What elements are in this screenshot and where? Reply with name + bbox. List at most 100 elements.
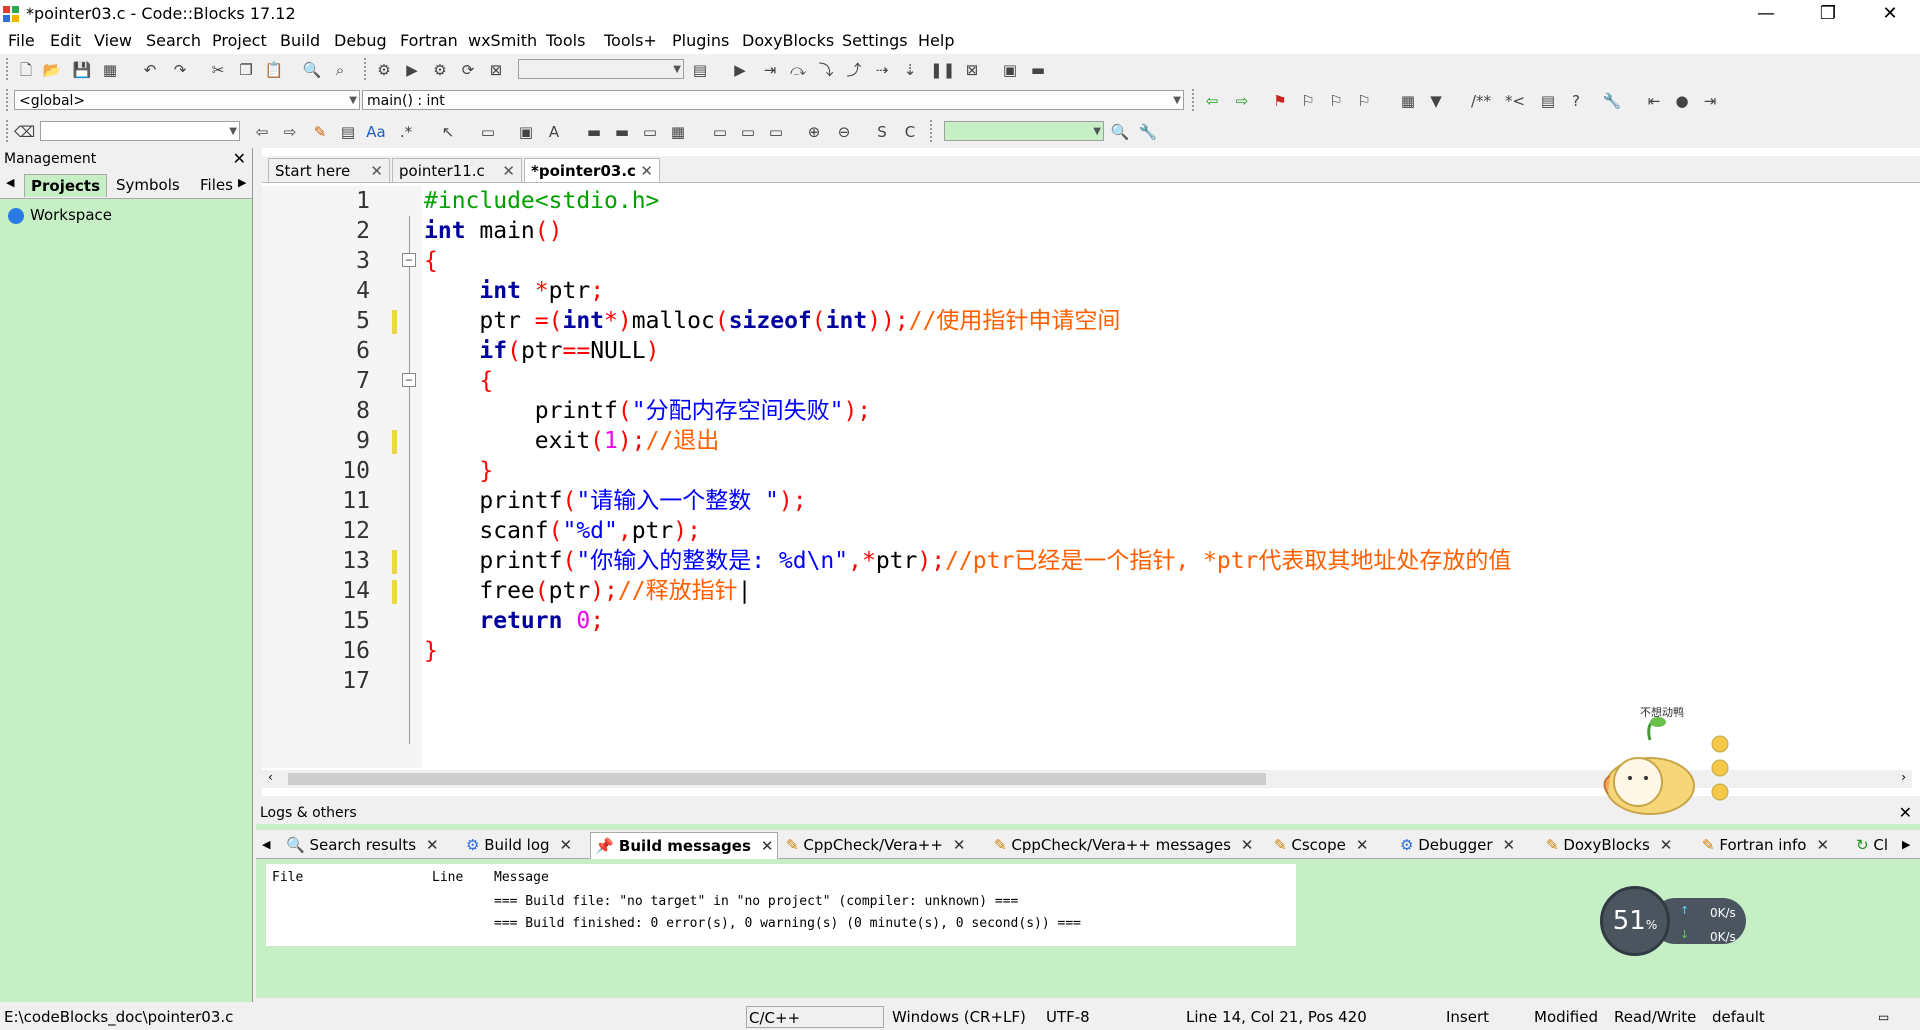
various-info-icon[interactable]: ▬ <box>1028 60 1048 80</box>
tab-start-here[interactable]: Start here ✕ <box>268 158 390 182</box>
doxy-help-icon[interactable]: ? <box>1566 91 1586 111</box>
fold-dot-icon[interactable]: ● <box>1672 91 1692 111</box>
tab-build-messages[interactable]: 📌 Build messages ✕ <box>590 832 779 859</box>
tab-cscope[interactable]: ✎ Cscope ✕ <box>1274 832 1368 858</box>
bookmark-toggle-icon[interactable]: ⚑ <box>1270 91 1290 111</box>
build-run-icon[interactable]: ⚙ <box>430 60 450 80</box>
dialog-icon[interactable]: ▭ <box>478 122 498 142</box>
scope-combo[interactable]: <global> ▼ <box>14 90 360 110</box>
tab-pointer03[interactable]: *pointer03.c ✕ <box>524 158 660 182</box>
step-out-icon[interactable]: ⤴ <box>844 60 864 80</box>
status-language[interactable]: C/C++ <box>746 1006 884 1028</box>
frame-icon-1[interactable]: ▭ <box>710 122 730 142</box>
clear-search-icon[interactable]: ⌫ <box>14 122 35 142</box>
step-instruction-icon[interactable]: ⇣ <box>900 60 920 80</box>
search-forward-icon[interactable]: ⇨ <box>280 122 300 142</box>
workspace-tree-item[interactable]: Workspace <box>8 206 112 224</box>
menu-plugins[interactable]: Plugins <box>672 31 729 50</box>
bookmark-next-icon[interactable]: ⚐ <box>1326 91 1346 111</box>
close-logs-icon[interactable]: ✕ <box>1899 802 1912 824</box>
close-button[interactable]: ✕ <box>1860 0 1920 28</box>
unfold-all-icon[interactable]: ⇥ <box>1700 91 1720 111</box>
function-combo[interactable]: main() : int ▼ <box>362 90 1184 110</box>
fold-toggle-icon[interactable]: − <box>402 373 416 387</box>
wrench-icon[interactable]: 🔧 <box>1602 91 1622 111</box>
menu-wxsmith[interactable]: wxSmith <box>468 31 537 50</box>
column-message[interactable]: Message <box>494 870 549 885</box>
minimize-button[interactable]: — <box>1736 0 1796 28</box>
menu-search[interactable]: Search <box>146 31 201 50</box>
comment-icon[interactable]: /** <box>1466 91 1496 111</box>
debug-windows-icon[interactable]: ▣ <box>1000 60 1020 80</box>
match-case-icon[interactable]: Aa <box>366 122 386 142</box>
next-instruction-icon[interactable]: ⇢ <box>872 60 892 80</box>
tab-projects[interactable]: Projects <box>24 174 108 197</box>
text-icon[interactable]: A <box>544 122 564 142</box>
tab-fortran-info[interactable]: ✎ Fortran info ✕ <box>1702 832 1829 858</box>
tab-doxyblocks[interactable]: ✎ DoxyBlocks ✕ <box>1546 832 1672 858</box>
panel-icon-2[interactable]: ▬ <box>612 122 632 142</box>
settings-wrench-icon[interactable]: 🔧 <box>1138 122 1158 142</box>
menu-settings[interactable]: Settings <box>842 31 908 50</box>
build-target-combo[interactable]: ▼ <box>518 59 684 79</box>
network-speed-widget[interactable]: 51% 0K/s 0K/s ↑ ↓ <box>1600 886 1748 958</box>
menu-file[interactable]: File <box>8 31 35 50</box>
toolbar-grip[interactable] <box>364 58 370 80</box>
find-icon[interactable]: 🔍 <box>302 60 322 80</box>
zoom-out-icon[interactable]: ⊖ <box>834 122 854 142</box>
tab-files[interactable]: Files <box>194 174 239 196</box>
open-file-icon[interactable]: 📂 <box>42 60 62 80</box>
toolbar-grip[interactable] <box>930 120 936 142</box>
menu-edit[interactable]: Edit <box>50 31 81 50</box>
logs-tab-scroll-right-icon[interactable]: ▶ <box>1902 832 1910 858</box>
tab-cppcheck[interactable]: ✎ CppCheck/Vera++ ✕ <box>786 832 965 858</box>
panel-icon-1[interactable]: ▬ <box>584 122 604 142</box>
replace-icon[interactable]: ⌕ <box>330 60 350 80</box>
build-gear-icon[interactable]: ⚙ <box>374 60 394 80</box>
copy-icon[interactable]: ❐ <box>236 60 256 80</box>
symbol-s-icon[interactable]: S <box>872 122 892 142</box>
toolbar-grip[interactable] <box>6 58 12 80</box>
symbol-search-icon[interactable]: 🔍 <box>1110 122 1130 142</box>
scrollbar-thumb[interactable] <box>288 773 1266 785</box>
step-into-icon[interactable]: ⤵ <box>816 60 836 80</box>
regex-icon[interactable]: .* <box>396 122 416 142</box>
fold-all-icon[interactable]: ⇤ <box>1644 91 1664 111</box>
menu-fortran[interactable]: Fortran <box>400 31 458 50</box>
menu-doxyblocks[interactable]: DoxyBlocks <box>742 31 834 50</box>
menu-debug[interactable]: Debug <box>334 31 387 50</box>
code-editor[interactable]: 1 #include<stdio.h> 2 int main() 3−{ 4 int… <box>262 186 1912 768</box>
undo-icon[interactable]: ↶ <box>140 60 160 80</box>
menu-tools[interactable]: Tools <box>546 31 585 50</box>
abort-icon[interactable]: ⊠ <box>486 60 506 80</box>
logs-tab-scroll-left-icon[interactable]: ◀ <box>262 832 270 858</box>
rebuild-icon[interactable]: ⟳ <box>458 60 478 80</box>
run-icon[interactable]: ▶ <box>402 60 422 80</box>
next-line-icon[interactable]: ⤼ <box>788 60 808 80</box>
paste-icon[interactable]: 📋 <box>264 60 284 80</box>
column-file[interactable]: File <box>272 870 303 885</box>
toolbar-grip[interactable] <box>6 120 12 142</box>
close-tab-icon[interactable]: ✕ <box>640 159 653 183</box>
menu-help[interactable]: Help <box>918 31 954 50</box>
stop-icon[interactable]: ⊠ <box>962 60 982 80</box>
debug-run-icon[interactable]: ▶ <box>730 60 750 80</box>
menu-build[interactable]: Build <box>280 31 320 50</box>
tab-search-results[interactable]: 🔍 Search results ✕ <box>286 832 439 858</box>
highlight-icon[interactable]: ▦ <box>1398 91 1418 111</box>
close-management-icon[interactable]: ✕ <box>233 148 246 170</box>
fold-toggle-icon[interactable]: − <box>402 253 416 267</box>
panel-icon-3[interactable]: ▭ <box>640 122 660 142</box>
column-line[interactable]: Line <box>432 870 463 885</box>
tab-cl[interactable]: ↻ Cl <box>1856 832 1888 858</box>
tab-build-log[interactable]: ⚙ Build log ✕ <box>466 832 572 858</box>
pointer-icon[interactable]: ↖ <box>438 122 458 142</box>
tab-scroll-right-icon[interactable]: ▶ <box>238 176 246 189</box>
close-tab-icon[interactable]: ✕ <box>502 159 515 183</box>
symbol-search-combo[interactable]: ▼ <box>944 121 1104 141</box>
save-all-icon[interactable]: ▦ <box>100 60 120 80</box>
scroll-left-icon[interactable]: ‹ <box>268 770 273 784</box>
frame-icon-2[interactable]: ▭ <box>738 122 758 142</box>
bookmark-prev-icon[interactable]: ⚐ <box>1298 91 1318 111</box>
tab-symbols[interactable]: Symbols <box>110 174 186 196</box>
